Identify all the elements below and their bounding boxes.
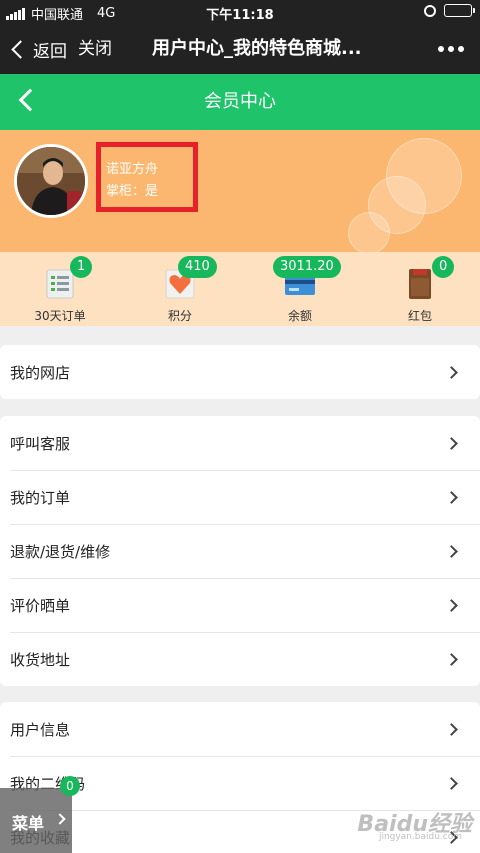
battery-icon: [444, 4, 475, 17]
status-time: 下午11:18: [206, 8, 274, 23]
menu-item-label: 收货地址: [10, 650, 71, 669]
wechat-navbar: 返回 关闭 用户中心_我的特色商城...: [0, 24, 480, 74]
menu-item-user-info[interactable]: 用户信息: [0, 702, 480, 756]
redpacket-badge: 0: [432, 256, 455, 278]
chevron-right-icon: [54, 813, 66, 825]
red-envelope-icon: [409, 269, 431, 299]
floating-menu-button[interactable]: 菜单: [0, 788, 72, 853]
stat-points[interactable]: 410 积分: [120, 252, 240, 326]
menu-item-label: 评价晒单: [10, 596, 71, 615]
stat-label: 积分: [167, 309, 192, 323]
balance-badge: 3011.20: [273, 256, 341, 278]
menu-item-label: 用户信息: [10, 720, 71, 739]
more-icon[interactable]: [438, 46, 464, 52]
orders-badge: 1: [70, 256, 93, 278]
menu-item-label: 我的网店: [10, 363, 71, 382]
status-right: [424, 4, 475, 17]
menu-item-label: 我的订单: [10, 488, 71, 507]
decor-bubble: [348, 212, 390, 252]
menu-item-label: 呼叫客服: [10, 434, 71, 453]
avatar-photo: [17, 147, 85, 215]
stat-orders[interactable]: 1 30天订单: [0, 252, 120, 326]
menu-item-address[interactable]: 收货地址: [0, 632, 480, 686]
member-header: 会员中心: [0, 74, 480, 130]
chevron-right-icon: [445, 490, 458, 504]
floating-menu-badge: 0: [60, 776, 80, 796]
stat-label: 余额: [287, 309, 312, 323]
chevron-right-icon: [445, 365, 458, 379]
floating-menu-label: 菜单: [12, 814, 45, 833]
chevron-right-icon: [445, 652, 458, 666]
menu-item-reviews[interactable]: 评价晒单: [0, 578, 480, 632]
status-bar: 中国联通 4G 下午11:18: [0, 0, 480, 24]
avatar[interactable]: [14, 144, 88, 218]
stat-balance[interactable]: 3011.20 余额: [240, 252, 360, 326]
chevron-right-icon: [445, 544, 458, 558]
back-label: 返回: [33, 41, 67, 62]
stats-bar: 1 30天订单 410 积分 3011.20 余额 0 红包: [0, 252, 480, 326]
menu-item-refund[interactable]: 退款/退货/维修: [0, 524, 480, 578]
header-title: 会员中心: [204, 91, 276, 112]
stat-label: 红包: [407, 309, 432, 323]
chevron-right-icon: [445, 598, 458, 612]
watermark-url: jingyan.baidu.com: [378, 832, 462, 842]
profile-keeper: 掌柜：是: [106, 184, 159, 199]
menu-group-orders: 呼叫客服 我的订单 退款/退货/维修 评价晒单 收货地址: [0, 416, 480, 686]
chevron-right-icon: [445, 436, 458, 450]
stat-label: 30天订单: [34, 309, 86, 323]
highlight-box: [96, 142, 198, 212]
chevron-right-icon: [445, 776, 458, 790]
rotation-lock-icon: [424, 4, 436, 17]
menu-group-shop: 我的网店: [0, 345, 480, 399]
points-badge: 410: [178, 256, 217, 278]
profile-card: 诺亚方舟 掌柜：是: [0, 130, 480, 252]
profile-name: 诺亚方舟: [106, 162, 159, 177]
menu-item-my-shop[interactable]: 我的网店: [0, 345, 480, 399]
back-button[interactable]: 返回: [10, 24, 67, 74]
page-title: 用户中心_我的特色商城...: [152, 38, 362, 59]
chevron-left-icon: [11, 39, 30, 59]
menu-item-my-orders[interactable]: 我的订单: [0, 470, 480, 524]
close-button[interactable]: 关闭: [78, 24, 112, 74]
menu-item-customer-service[interactable]: 呼叫客服: [0, 416, 480, 470]
menu-item-label: 退款/退货/维修: [10, 542, 111, 561]
chevron-right-icon: [445, 722, 458, 736]
stat-redpacket[interactable]: 0 红包: [360, 252, 480, 326]
